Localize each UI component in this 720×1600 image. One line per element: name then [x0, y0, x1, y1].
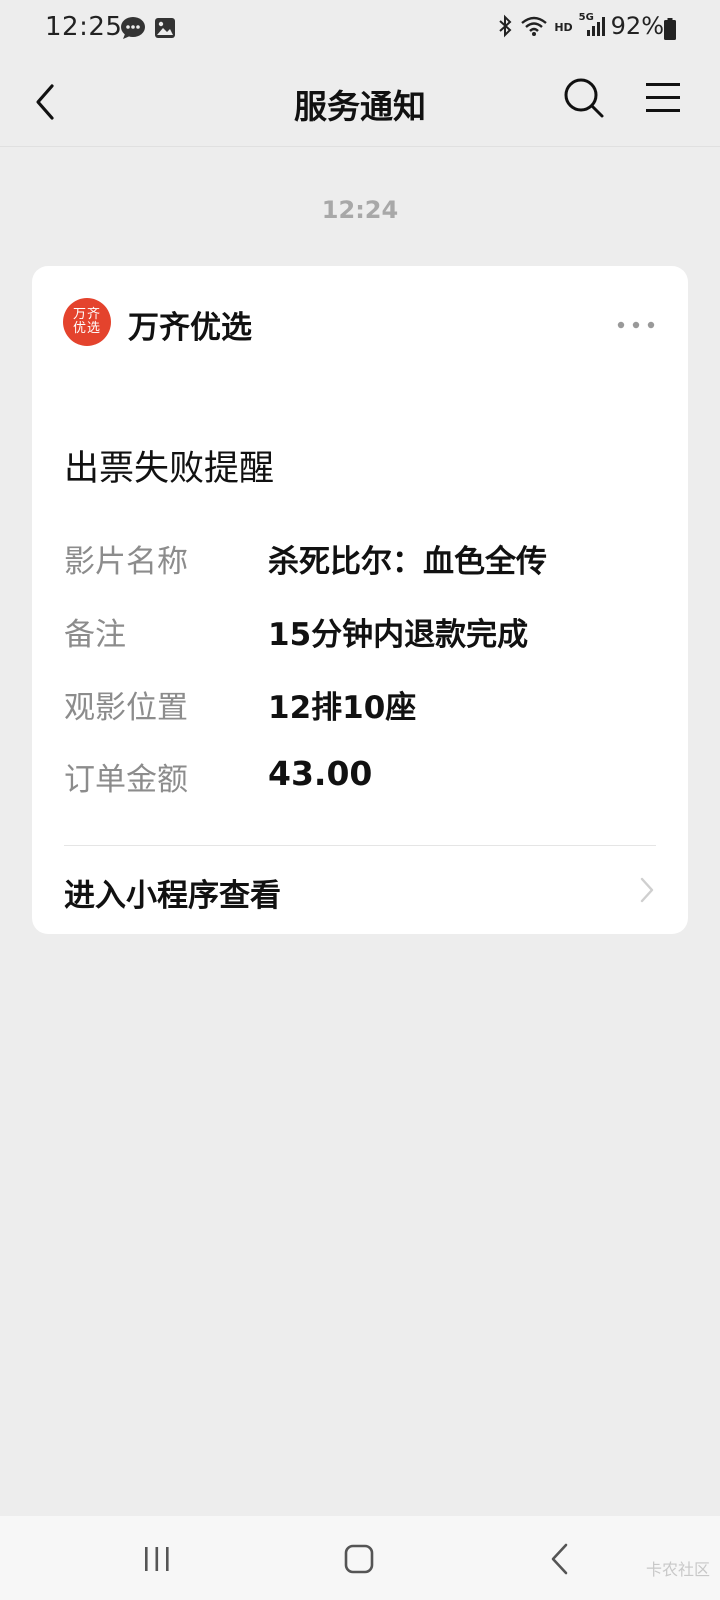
row-value: 12排10座 — [268, 690, 417, 726]
network-hd-label: HD — [554, 20, 573, 34]
signal-icon: 5G — [579, 12, 605, 38]
info-row-amount: 订单金额 43.00 — [64, 754, 664, 798]
recent-apps-icon[interactable] — [142, 1544, 172, 1574]
status-bar: 12:25 HD 5G 92% — [0, 0, 720, 58]
info-row-seat: 观影位置 12排10座 — [64, 682, 664, 726]
chevron-right-icon — [638, 876, 656, 904]
nav-bar: 服务通知 — [0, 58, 720, 147]
back-icon[interactable] — [548, 1542, 572, 1576]
menu-icon[interactable] — [644, 80, 684, 116]
open-mini-program-label: 进入小程序查看 — [64, 878, 281, 914]
row-value: 43.00 — [268, 754, 373, 793]
status-system-icons: HD 5G 92% — [496, 12, 664, 40]
status-time: 12:25 — [45, 12, 123, 42]
more-dots-icon[interactable] — [616, 316, 656, 329]
row-label: 观影位置 — [64, 690, 188, 726]
info-row-note: 备注 15分钟内退款完成 — [64, 609, 664, 653]
row-label: 订单金额 — [64, 762, 188, 798]
home-icon[interactable] — [344, 1544, 374, 1574]
image-icon — [154, 17, 176, 43]
source-logo: 万齐优选 — [63, 298, 111, 346]
info-row-movie: 影片名称 杀死比尔：血色全传 — [64, 536, 664, 580]
bluetooth-icon — [496, 14, 514, 38]
status-notification-icons — [120, 16, 176, 44]
wifi-icon — [520, 15, 548, 37]
watermark: 卡农社区 — [645, 1560, 710, 1579]
system-nav-bar — [0, 1516, 720, 1600]
row-label: 影片名称 — [64, 544, 188, 580]
open-mini-program-button[interactable]: 进入小程序查看 — [32, 846, 688, 934]
page-title: 服务通知 — [294, 87, 426, 126]
chat-bubble-icon — [120, 16, 146, 44]
message-timestamp: 12:24 — [321, 196, 399, 224]
battery-icon — [664, 18, 676, 40]
battery-percent: 92% — [610, 12, 664, 40]
search-icon[interactable] — [562, 76, 606, 120]
notification-title: 出票失败提醒 — [64, 449, 275, 489]
source-name[interactable]: 万齐优选 — [128, 302, 252, 347]
row-value: 杀死比尔：血色全传 — [268, 544, 547, 580]
row-label: 备注 — [64, 617, 126, 653]
row-value: 15分钟内退款完成 — [268, 617, 529, 653]
notification-card: 万齐优选 万齐优选 出票失败提醒 影片名称 杀死比尔：血色全传 备注 15分钟内… — [32, 266, 688, 934]
